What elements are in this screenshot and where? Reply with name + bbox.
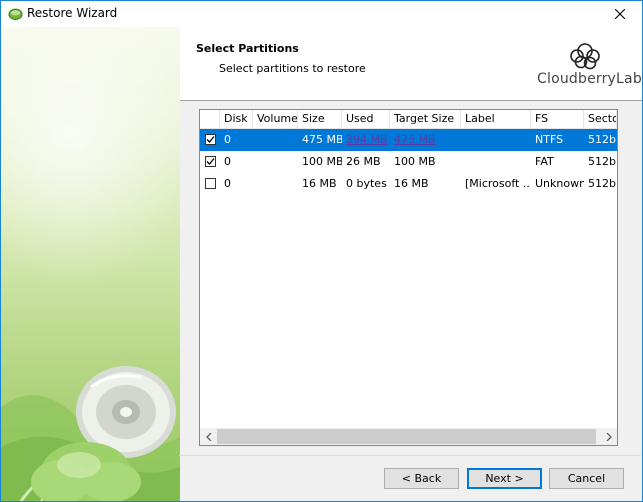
column-header-used[interactable]: Used (342, 110, 390, 128)
column-header-target-size[interactable]: Target Size (390, 110, 461, 128)
header-divider (180, 100, 642, 101)
cloudberry-logo: CloudberryLab (537, 37, 642, 93)
cell-size: 16 MB (302, 177, 337, 190)
logo-text: CloudberryLab (537, 71, 642, 87)
table-row[interactable]: 0 100 MB 26 MB 100 MB FAT 512b (200, 151, 617, 173)
page-title: Select Partitions (196, 42, 299, 55)
cell-used-link[interactable]: 394 MB (342, 129, 390, 151)
cell-sector: 512b (588, 155, 616, 168)
title-bar[interactable]: Restore Wizard (1, 1, 642, 27)
horizontal-scrollbar[interactable] (200, 428, 617, 445)
cell-label: [Microsoft ... (465, 177, 531, 190)
cell-target-size: 100 MB (394, 155, 436, 168)
cell-volume (253, 173, 298, 195)
scrollbar-thumb[interactable] (217, 429, 596, 444)
cloud-logo-icon (570, 43, 600, 70)
column-header-fs[interactable]: FS (531, 110, 584, 128)
footer-divider (179, 455, 641, 456)
cancel-button[interactable]: Cancel (549, 468, 624, 489)
column-header-sector[interactable]: Sector (584, 110, 617, 128)
wizard-side-banner (1, 27, 180, 501)
column-header-volume[interactable]: Volume (253, 110, 298, 128)
column-header-check[interactable] (200, 110, 220, 128)
app-icon (8, 8, 23, 20)
cell-label (461, 129, 531, 151)
column-header-row: Disk Volume Size Used Target Size Label … (200, 110, 617, 129)
cell-target-size-link[interactable]: 475 MB (390, 129, 461, 151)
cell-disk: 0 (224, 177, 231, 190)
column-header-size[interactable]: Size (298, 110, 342, 128)
close-icon (614, 9, 625, 19)
scroll-right-button[interactable] (600, 428, 617, 445)
chevron-left-icon (205, 432, 211, 441)
cell-fs: FAT (535, 155, 554, 168)
cell-volume (253, 129, 298, 151)
disc-illustration (1, 366, 180, 501)
chevron-right-icon (606, 432, 612, 441)
cell-fs: NTFS (535, 133, 564, 146)
check-icon (206, 136, 215, 143)
row-checkbox[interactable] (205, 134, 216, 145)
table-row[interactable]: 0 16 MB 0 bytes 16 MB [Microsoft ... Unk… (200, 173, 617, 195)
column-header-disk[interactable]: Disk (220, 110, 253, 128)
cell-used: 0 bytes (346, 177, 387, 190)
window-title: Restore Wizard (27, 6, 118, 20)
cell-size: 475 MB (302, 133, 342, 146)
cell-disk: 0 (224, 133, 231, 146)
cell-label (461, 151, 531, 173)
cell-used: 26 MB (346, 155, 381, 168)
table-row[interactable]: 0 475 MB 394 MB 475 MB NTFS 512b (200, 129, 617, 151)
close-button[interactable] (597, 1, 642, 27)
row-checkbox[interactable] (205, 178, 216, 189)
page-subtitle: Select partitions to restore (219, 62, 366, 75)
wizard-header: Select Partitions Select partitions to r… (180, 27, 642, 100)
cell-fs: Unknown (535, 177, 584, 190)
check-icon (206, 158, 215, 165)
cell-disk: 0 (224, 155, 231, 168)
scroll-left-button[interactable] (200, 428, 217, 445)
partitions-list[interactable]: Disk Volume Size Used Target Size Label … (199, 109, 618, 446)
cell-size: 100 MB (302, 155, 342, 168)
cell-target-size: 16 MB (394, 177, 429, 190)
cell-volume (253, 151, 298, 173)
cell-sector: 512b (588, 133, 616, 146)
back-button[interactable]: < Back (384, 468, 459, 489)
next-button[interactable]: Next > (467, 468, 542, 489)
column-header-label[interactable]: Label (461, 110, 531, 128)
cell-sector: 512b (588, 177, 616, 190)
row-checkbox[interactable] (205, 156, 216, 167)
